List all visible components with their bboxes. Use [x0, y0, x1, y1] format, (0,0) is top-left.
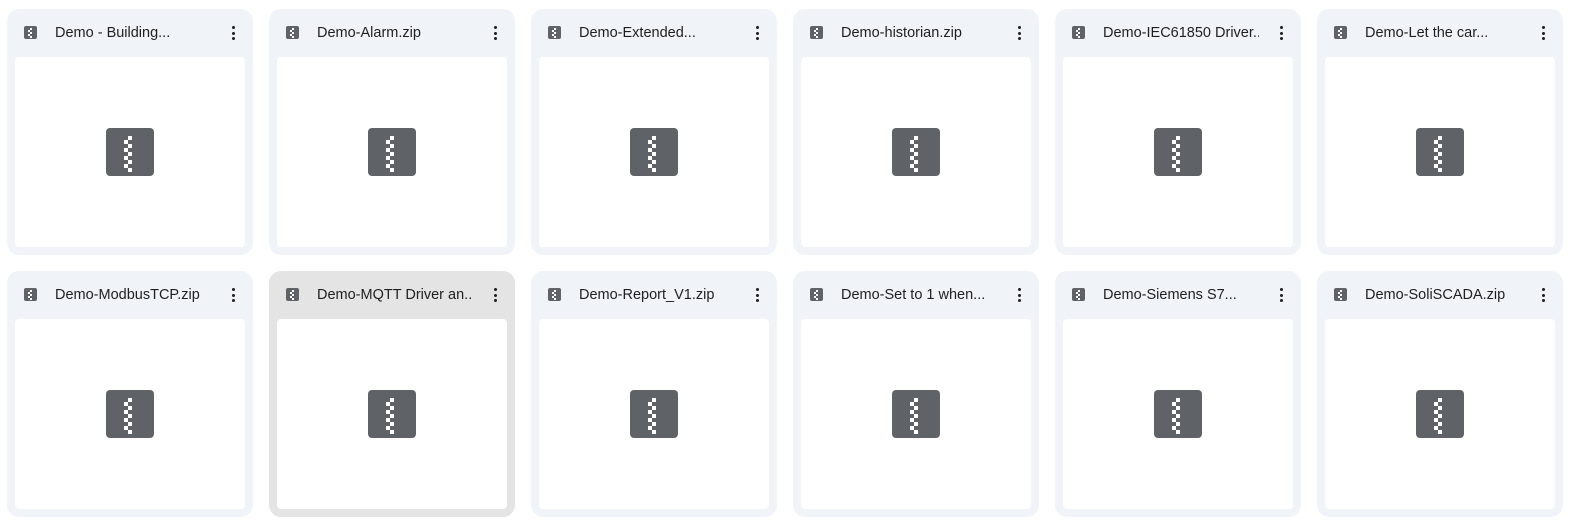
zip-file-icon — [810, 26, 823, 39]
file-preview[interactable] — [15, 57, 245, 247]
file-preview[interactable] — [1325, 319, 1555, 509]
zip-file-icon — [1154, 390, 1202, 438]
file-grid: Demo - Building... Demo-Alarm.zip Demo-Ext… — [7, 9, 1563, 517]
zip-file-icon — [1334, 26, 1347, 39]
zip-file-icon — [1072, 288, 1085, 301]
file-preview[interactable] — [539, 319, 769, 509]
file-card-header: Demo-Set to 1 when... — [793, 271, 1039, 319]
file-preview[interactable] — [1325, 57, 1555, 247]
more-options-icon[interactable] — [483, 21, 507, 45]
file-card[interactable]: Demo-Report_V1.zip — [531, 271, 777, 517]
more-options-icon[interactable] — [1531, 21, 1555, 45]
file-name: Demo-Set to 1 when... — [841, 287, 986, 303]
more-options-icon[interactable] — [1269, 283, 1293, 307]
zip-file-icon — [892, 128, 940, 176]
file-preview[interactable] — [277, 319, 507, 509]
file-name: Demo-historian.zip — [841, 25, 962, 41]
file-card-header: Demo-Let the car... — [1317, 9, 1563, 57]
file-preview[interactable] — [539, 57, 769, 247]
zip-file-icon — [106, 128, 154, 176]
more-options-icon[interactable] — [1007, 283, 1031, 307]
file-card[interactable]: Demo-historian.zip — [793, 9, 1039, 255]
file-card[interactable]: Demo-MQTT Driver an... — [269, 271, 515, 517]
file-card[interactable]: Demo-Siemens S7... — [1055, 271, 1301, 517]
file-preview[interactable] — [801, 57, 1031, 247]
file-card-header: Demo-MQTT Driver an... — [269, 271, 515, 319]
file-card[interactable]: Demo - Building... — [7, 9, 253, 255]
file-card-header: Demo-Report_V1.zip — [531, 271, 777, 319]
file-card[interactable]: Demo-Alarm.zip — [269, 9, 515, 255]
file-preview[interactable] — [1063, 57, 1293, 247]
file-name: Demo-SoliSCADA.zip — [1365, 287, 1506, 303]
file-card[interactable]: Demo-Let the car... — [1317, 9, 1563, 255]
file-name: Demo-Siemens S7... — [1103, 287, 1237, 303]
file-preview[interactable] — [801, 319, 1031, 509]
file-card[interactable]: Demo-SoliSCADA.zip — [1317, 271, 1563, 517]
zip-file-icon — [286, 26, 299, 39]
file-card-header: Demo-IEC61850 Driver... — [1055, 9, 1301, 57]
zip-file-icon — [24, 288, 37, 301]
file-card-header: Demo-ModbusTCP.zip — [7, 271, 253, 319]
zip-file-icon — [106, 390, 154, 438]
zip-file-icon — [286, 288, 299, 301]
file-card[interactable]: Demo-Set to 1 when... — [793, 271, 1039, 517]
file-name: Demo-Extended... — [579, 25, 696, 41]
zip-file-icon — [368, 390, 416, 438]
file-card-header: Demo-Siemens S7... — [1055, 271, 1301, 319]
file-name: Demo-Let the car... — [1365, 25, 1489, 41]
zip-file-icon — [630, 390, 678, 438]
file-preview[interactable] — [277, 57, 507, 247]
more-options-icon[interactable] — [1269, 21, 1293, 45]
more-options-icon[interactable] — [745, 283, 769, 307]
zip-file-icon — [1416, 390, 1464, 438]
more-options-icon[interactable] — [483, 283, 507, 307]
file-card-header: Demo-historian.zip — [793, 9, 1039, 57]
zip-file-icon — [810, 288, 823, 301]
file-name: Demo-ModbusTCP.zip — [55, 287, 200, 303]
zip-file-icon — [892, 390, 940, 438]
zip-file-icon — [1154, 128, 1202, 176]
file-name: Demo - Building... — [55, 25, 171, 41]
file-name: Demo-Report_V1.zip — [579, 287, 715, 303]
zip-file-icon — [548, 288, 561, 301]
zip-file-icon — [368, 128, 416, 176]
file-card[interactable]: Demo-IEC61850 Driver... — [1055, 9, 1301, 255]
file-card-header: Demo-Extended... — [531, 9, 777, 57]
zip-file-icon — [548, 26, 561, 39]
more-options-icon[interactable] — [221, 21, 245, 45]
more-options-icon[interactable] — [221, 283, 245, 307]
file-card[interactable]: Demo-ModbusTCP.zip — [7, 271, 253, 517]
zip-file-icon — [1334, 288, 1347, 301]
file-preview[interactable] — [15, 319, 245, 509]
file-card[interactable]: Demo-Extended... — [531, 9, 777, 255]
zip-file-icon — [630, 128, 678, 176]
file-name: Demo-Alarm.zip — [317, 25, 421, 41]
file-name: Demo-IEC61850 Driver... — [1103, 25, 1259, 41]
file-preview[interactable] — [1063, 319, 1293, 509]
more-options-icon[interactable] — [1531, 283, 1555, 307]
zip-file-icon — [1072, 26, 1085, 39]
more-options-icon[interactable] — [1007, 21, 1031, 45]
file-card-header: Demo-Alarm.zip — [269, 9, 515, 57]
zip-file-icon — [1416, 128, 1464, 176]
file-card-header: Demo-SoliSCADA.zip — [1317, 271, 1563, 319]
file-card-header: Demo - Building... — [7, 9, 253, 57]
zip-file-icon — [24, 26, 37, 39]
more-options-icon[interactable] — [745, 21, 769, 45]
file-name: Demo-MQTT Driver an... — [317, 287, 473, 303]
